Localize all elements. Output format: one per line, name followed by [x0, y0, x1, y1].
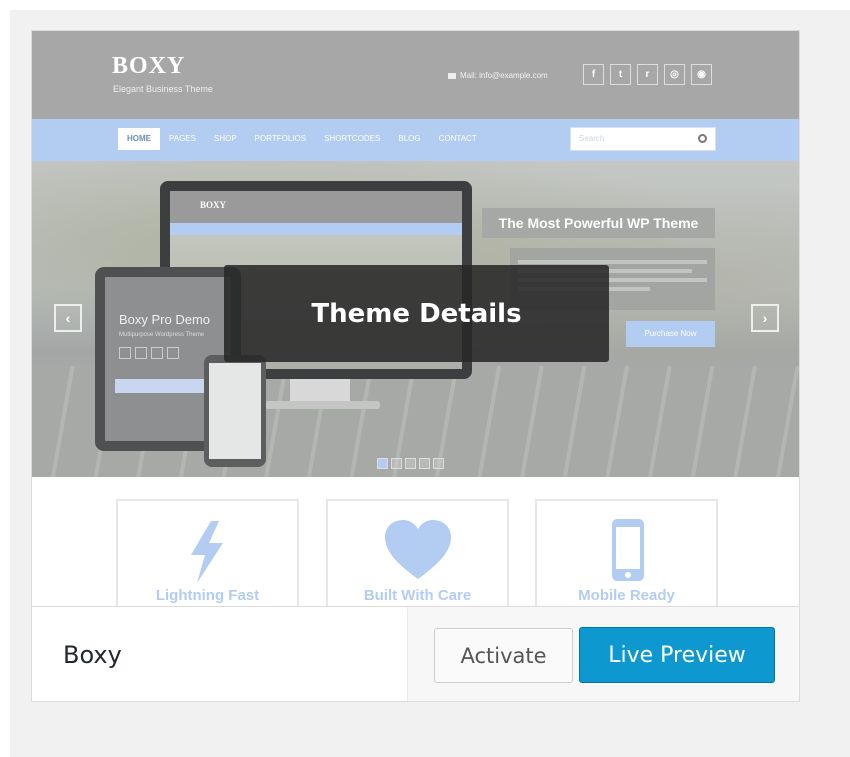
theme-card[interactable]: BOXY Elegant Business Theme Mail: info@e… — [31, 30, 800, 702]
phone-mockup — [204, 355, 266, 467]
preview-mail-text: Mail: info@example.com — [460, 71, 548, 80]
preview-nav-shop: SHOP — [213, 134, 237, 143]
slider-dots — [377, 458, 444, 469]
slider-dot — [433, 458, 444, 469]
feature-box-lightning: Lightning Fast — [116, 499, 299, 606]
preview-site-header: BOXY Elegant Business Theme Mail: info@e… — [32, 31, 799, 119]
preview-site-logo: BOXY — [112, 53, 186, 79]
preview-nav-blog: BLOG — [398, 134, 421, 143]
pinterest-icon: ◉ — [691, 64, 712, 85]
feature-label: Built With Care — [363, 587, 472, 604]
preview-mail: Mail: info@example.com — [448, 71, 548, 80]
search-icon — [698, 134, 707, 143]
monitor-stand-base — [262, 401, 380, 409]
facebook-icon: f — [583, 64, 604, 85]
lightning-icon — [190, 521, 223, 583]
preview-nav-portfolios: PORTFOLIOS — [254, 134, 307, 143]
activate-button[interactable]: Activate — [434, 628, 573, 683]
preview-nav-list: HOME PAGES SHOP PORTFOLIOS SHORTCODES BL… — [118, 128, 486, 150]
feature-box-mobile: Mobile Ready — [535, 499, 718, 606]
slider-dot — [419, 458, 430, 469]
tablet-title: Boxy Pro Demo — [119, 312, 211, 327]
theme-actions: Activate Live Preview — [408, 607, 799, 701]
monitor-logo: BOXY — [200, 200, 227, 210]
twitter-icon: t — [610, 64, 631, 85]
hero-title: The Most Powerful WP Theme — [482, 208, 715, 238]
feature-label: Mobile Ready — [578, 587, 675, 604]
preview-nav-shortcodes: SHORTCODES — [324, 134, 381, 143]
hero-purchase-button: Purchase Now — [626, 321, 715, 347]
monitor-stand — [290, 379, 350, 403]
theme-details-overlay[interactable]: Theme Details — [224, 265, 609, 362]
slider-dot — [377, 458, 388, 469]
preview-nav-home: HOME — [118, 128, 160, 150]
preview-search-placeholder: Search — [579, 134, 605, 143]
rss-icon: r — [637, 64, 658, 85]
envelope-icon — [448, 72, 456, 79]
preview-social-icons: f t r ◎ ◉ — [583, 64, 712, 85]
theme-card-footer: Boxy Activate Live Preview — [32, 606, 799, 701]
preview-nav-contact: CONTACT — [438, 134, 477, 143]
feature-box-care: Built With Care — [326, 499, 509, 606]
preview-search-box: Search — [570, 127, 716, 151]
slider-prev-arrow-icon: ‹ — [54, 304, 82, 332]
preview-site-tagline: Elegant Business Theme — [113, 84, 213, 94]
live-preview-button[interactable]: Live Preview — [579, 627, 775, 683]
preview-site-nav: HOME PAGES SHOP PORTFOLIOS SHORTCODES BL… — [32, 119, 799, 161]
dribbble-icon: ◎ — [664, 64, 685, 85]
slider-dot — [391, 458, 402, 469]
mobile-icon — [611, 519, 644, 581]
preview-nav-pages: PAGES — [169, 134, 196, 143]
feature-label: Lightning Fast — [155, 587, 260, 604]
theme-screenshot[interactable]: BOXY Elegant Business Theme Mail: info@e… — [32, 31, 799, 606]
slider-next-arrow-icon: › — [751, 304, 779, 332]
heart-icon — [384, 520, 451, 579]
tablet-subtitle: Multipurpose Wordpress Theme — [119, 332, 205, 338]
theme-name: Boxy — [63, 641, 122, 669]
slider-dot — [405, 458, 416, 469]
